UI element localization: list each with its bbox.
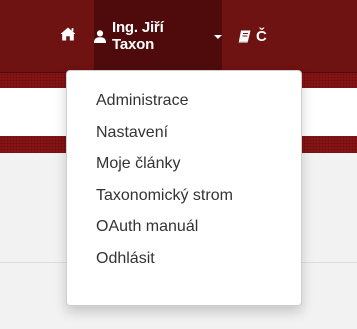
menu-item-odhlasit[interactable]: Odhlásit bbox=[67, 243, 301, 275]
top-navbar: Ing. Jiří Taxon Č bbox=[0, 0, 357, 73]
articles-link[interactable]: Č bbox=[238, 0, 357, 72]
articles-label: Č bbox=[256, 27, 267, 45]
menu-item-moje-clanky[interactable]: Moje články bbox=[67, 148, 301, 180]
menu-item-nastaveni[interactable]: Nastavení bbox=[67, 117, 301, 149]
user-name-label: Ing. Jiří Taxon bbox=[112, 19, 164, 53]
caret-down-icon bbox=[214, 35, 222, 39]
menu-item-taxonomicky-strom[interactable]: Taxonomický strom bbox=[67, 180, 301, 212]
user-icon bbox=[94, 29, 106, 43]
home-icon bbox=[60, 27, 76, 46]
user-menu-toggle[interactable]: Ing. Jiří Taxon bbox=[94, 0, 222, 72]
home-link[interactable] bbox=[44, 0, 92, 72]
menu-item-administrace[interactable]: Administrace bbox=[67, 85, 301, 117]
book-icon bbox=[238, 30, 251, 43]
user-dropdown-menu: Administrace Nastavení Moje články Taxon… bbox=[66, 70, 302, 306]
menu-item-oauth-manual[interactable]: OAuth manuál bbox=[67, 211, 301, 243]
